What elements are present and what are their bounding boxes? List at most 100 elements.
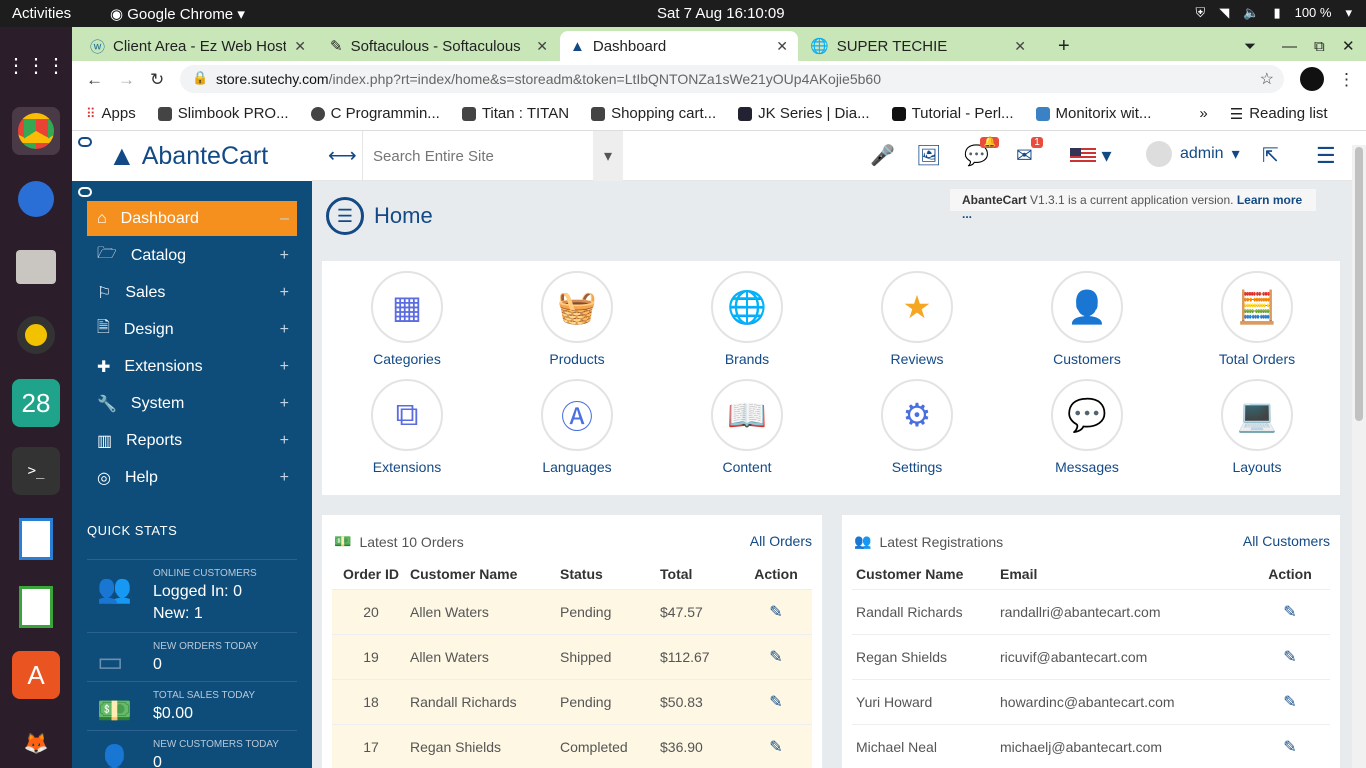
edit-icon[interactable]: ✎ (769, 739, 782, 756)
expand-icon[interactable]: + (280, 247, 289, 265)
edit-icon[interactable]: ✎ (769, 694, 782, 711)
bookmark-shopping-cart[interactable]: Shopping cart... (591, 105, 716, 122)
tab-dashboard[interactable]: ▲ Dashboard ✕ (560, 31, 798, 61)
new-tab-button[interactable]: + (1048, 31, 1080, 61)
bookmark-c-programming[interactable]: C Programmin... (310, 105, 440, 122)
search-dropdown-icon[interactable]: ▾ (593, 131, 623, 181)
envelope-icon[interactable]: ✉ 1 (1016, 137, 1043, 168)
close-icon[interactable]: ✕ (776, 38, 788, 55)
profile-avatar[interactable] (1300, 67, 1324, 91)
edit-icon[interactable]: ✎ (1283, 604, 1296, 621)
sidebar-item-design[interactable]: 🗎 Design + (87, 312, 297, 347)
chrome-dock-icon[interactable] (12, 107, 60, 155)
reading-list[interactable]: ☰ Reading list (1230, 105, 1328, 123)
expand-icon[interactable]: + (280, 284, 289, 302)
writer-icon[interactable] (12, 515, 60, 563)
expand-icon[interactable]: + (280, 432, 289, 450)
language-flag-icon[interactable]: ▾ (1070, 143, 1112, 168)
close-icon[interactable]: ✕ (1014, 38, 1026, 55)
column-header[interactable]: Total (660, 559, 740, 589)
all-orders-link[interactable]: All Orders (750, 533, 812, 549)
calc-icon[interactable] (12, 583, 60, 631)
tab-super-techie[interactable]: 🌐 SUPER TECHIE ✕ (800, 31, 1036, 61)
bookmark-titan[interactable]: Titan : TITAN (461, 105, 569, 122)
image-icon[interactable]: 🖼 (916, 143, 941, 168)
shortcut-languages[interactable]: Ⓐ Languages (507, 379, 647, 475)
shortcut-customers[interactable]: 👤 Customers (1017, 271, 1157, 367)
expand-icon[interactable]: + (280, 395, 289, 413)
terminal-icon[interactable]: >_ (12, 447, 60, 495)
system-tray[interactable]: ⛨ ◥ 🔈 ▮ 100 % ▾ (1195, 5, 1352, 21)
all-customers-link[interactable]: All Customers (1243, 533, 1330, 549)
column-header[interactable]: Customer Name (852, 559, 1000, 589)
sidebar-item-extensions[interactable]: ✚ Extensions + (87, 349, 297, 384)
edit-icon[interactable]: ✎ (769, 604, 782, 621)
search-input[interactable] (363, 131, 593, 181)
shortcut-products[interactable]: 🧺 Products (507, 271, 647, 367)
edit-icon[interactable]: ✎ (1283, 649, 1296, 666)
sidebar-item-help[interactable]: ◎ Help + (87, 460, 297, 495)
scrollbar-thumb[interactable] (1355, 147, 1363, 421)
shortcut-content[interactable]: 📖 Content (677, 379, 817, 475)
sidebar-item-dashboard[interactable]: ⌂ Dashboard – (87, 201, 297, 236)
bookmark-star-icon[interactable]: ☆ (1260, 69, 1274, 89)
edit-icon[interactable]: ✎ (1283, 694, 1296, 711)
bookmark-apps[interactable]: ⠿ Apps (86, 105, 136, 122)
table-row[interactable]: Randall Richards randallri@abantecart.co… (852, 588, 1330, 634)
page-scrollbar[interactable] (1352, 145, 1366, 768)
shortcut-reviews[interactable]: ★ Reviews (847, 271, 987, 367)
table-row[interactable]: Yuri Howard howardinc@abantecart.com ✎ (852, 678, 1330, 724)
edit-icon[interactable]: ✎ (769, 649, 782, 666)
rhythmbox-icon[interactable] (12, 311, 60, 359)
forward-icon[interactable]: → (118, 70, 135, 90)
software-center-icon[interactable]: A (12, 651, 60, 699)
shortcut-layouts[interactable]: 💻 Layouts (1187, 379, 1327, 475)
tab-softaculous[interactable]: ✎ Softaculous - Softaculous ✕ (320, 31, 558, 61)
external-link-icon[interactable]: ⇱ (1262, 143, 1279, 168)
column-header[interactable]: Email (1000, 559, 1250, 589)
shortcut-extensions[interactable]: ⧉ Extensions (337, 379, 477, 475)
close-window-icon[interactable]: ✕ (1332, 31, 1365, 61)
reload-icon[interactable]: ↻ (150, 70, 164, 90)
shortcut-total-orders[interactable]: 🧮 Total Orders (1187, 271, 1327, 367)
expand-icon[interactable]: + (280, 321, 289, 339)
bookmark-slimbook[interactable]: Slimbook PRO... (157, 105, 289, 122)
maximize-icon[interactable]: ⧉ (1304, 31, 1335, 61)
column-header[interactable]: Order ID (332, 559, 410, 589)
table-row[interactable]: Michael Neal michaelj@abantecart.com ✎ (852, 723, 1330, 768)
thunderbird-icon[interactable] (12, 175, 60, 223)
column-header[interactable]: Customer Name (410, 559, 560, 589)
tab-search-icon[interactable]: ⏷ (1234, 31, 1266, 61)
gimp-icon[interactable]: 🦊 (12, 719, 60, 767)
expand-arrows-icon[interactable]: ⟷ (328, 143, 357, 168)
table-row[interactable]: Regan Shields ricuvif@abantecart.com ✎ (852, 633, 1330, 679)
clock[interactable]: Sat 7 Aug 16:10:09 (657, 5, 785, 22)
sidebar-item-catalog[interactable]: 🗁 Catalog + (87, 238, 297, 273)
table-row[interactable]: 19 Allen Waters Shipped $112.67 ✎ (332, 633, 812, 679)
table-row[interactable]: 18 Randall Richards Pending $50.83 ✎ (332, 678, 812, 724)
shortcut-settings[interactable]: ⚙ Settings (847, 379, 987, 475)
close-icon[interactable]: ✕ (294, 38, 306, 55)
bookmark-jk-series[interactable]: JK Series | Dia... (738, 105, 870, 122)
browser-menu-icon[interactable]: ⋮ (1338, 70, 1355, 90)
activities-button[interactable]: Activities (12, 5, 71, 22)
expand-icon[interactable]: + (280, 469, 289, 487)
toggle-icon[interactable] (78, 187, 92, 197)
user-menu[interactable]: admin ▾ (1146, 141, 1240, 167)
sidebar-item-reports[interactable]: ▥ Reports + (87, 423, 297, 458)
toggle-icon[interactable] (78, 137, 92, 147)
bookmarks-overflow[interactable]: » (1199, 105, 1207, 122)
logo[interactable]: ▲ AbanteCart (72, 131, 312, 181)
files-icon[interactable] (12, 243, 60, 291)
edit-icon[interactable]: ✎ (1283, 739, 1296, 756)
minimize-icon[interactable]: — (1272, 31, 1307, 61)
collapse-icon[interactable]: – (280, 210, 289, 228)
show-apps-icon[interactable]: ⋮⋮⋮ (6, 41, 66, 89)
shortcut-brands[interactable]: 🌐 Brands (677, 271, 817, 367)
tab-client-area[interactable]: ⓦ Client Area - Ez Web Hosti ✕ (80, 31, 316, 61)
table-row[interactable]: 17 Regan Shields Completed $36.90 ✎ (332, 723, 812, 768)
microphone-icon[interactable]: 🎤 (870, 143, 895, 168)
calendar-icon[interactable]: 28 (12, 379, 60, 427)
bookmark-monitorix[interactable]: Monitorix wit... (1035, 105, 1151, 122)
app-menu[interactable]: ◉ Google Chrome ▾ (110, 5, 245, 23)
